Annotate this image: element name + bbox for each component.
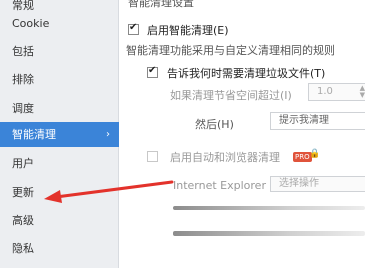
smart-clean-description: 智能清理功能采用与自定义清理相同的规则 (126, 44, 335, 57)
sidebar-item-label: 用户 (12, 157, 34, 170)
sidebar-item-label: 包括 (12, 45, 34, 58)
threshold-value: 1.0 (317, 86, 333, 97)
stepper-arrows-icon[interactable]: ▲ ▼ (360, 85, 365, 99)
sidebar-item-exclude[interactable]: 排除 (0, 67, 119, 92)
browser-row-slider-2[interactable] (173, 231, 365, 236)
then-action-value: 提示我清理 (279, 115, 329, 126)
enable-smart-clean-label[interactable]: 启用智能清理(E) (147, 22, 229, 38)
section-title: 智能清理设置 (128, 0, 194, 9)
browser-action-dropdown[interactable]: 选择操作 (270, 176, 365, 192)
sidebar-item-label: 更新 (12, 186, 34, 199)
settings-sidebar: 常规 Cookie 包括 排除 调度 智能清理 › 用户 更新 高级 隐私 (0, 0, 119, 268)
sidebar-item-smart-clean[interactable]: 智能清理 › (0, 122, 119, 147)
sidebar-item-include[interactable]: 包括 (0, 39, 119, 64)
sidebar-item-label: Cookie (12, 17, 50, 30)
sidebar-item-cookie[interactable]: Cookie (0, 11, 119, 36)
browser-name-label: Internet Explorer (173, 179, 266, 192)
sidebar-item-advanced[interactable]: 高级 (0, 208, 119, 233)
sidebar-item-update[interactable]: 更新 (0, 180, 119, 205)
chevron-right-icon: › (106, 129, 110, 140)
sidebar-item-label: 高级 (12, 214, 34, 227)
sidebar-item-label: 排除 (12, 73, 34, 86)
sidebar-item-label: 调度 (12, 102, 34, 115)
lock-icon: 🔒 (309, 149, 321, 159)
then-label: 然后(H) (195, 118, 234, 131)
notify-before-clean-checkbox[interactable] (147, 65, 158, 78)
smart-clean-panel: 智能清理设置 启用智能清理(E) 智能清理功能采用与自定义清理相同的规则 告诉我… (120, 0, 365, 268)
sidebar-item-privacy[interactable]: 隐私 (0, 236, 119, 261)
auto-browser-clean-checkbox[interactable] (147, 151, 158, 162)
notify-before-clean-label[interactable]: 告诉我何时需要清理垃圾文件(T) (167, 65, 325, 81)
sidebar-item-label: 智能清理 (12, 128, 56, 141)
sidebar-item-users[interactable]: 用户 (0, 151, 119, 176)
browser-action-value: 选择操作 (279, 178, 319, 189)
sidebar-item-label: 隐私 (12, 242, 34, 255)
threshold-stepper[interactable]: 1.0 ▲ ▼ (308, 83, 365, 101)
then-action-dropdown[interactable]: 提示我清理 (270, 112, 365, 130)
enable-smart-clean-checkbox[interactable] (128, 22, 139, 35)
sidebar-item-schedule[interactable]: 调度 (0, 96, 119, 121)
threshold-label: 如果清理节省空间超过(I) (170, 89, 292, 102)
browser-row-slider[interactable] (173, 206, 365, 210)
auto-browser-clean-label[interactable]: 启用自动和浏览器清理 (170, 149, 280, 165)
